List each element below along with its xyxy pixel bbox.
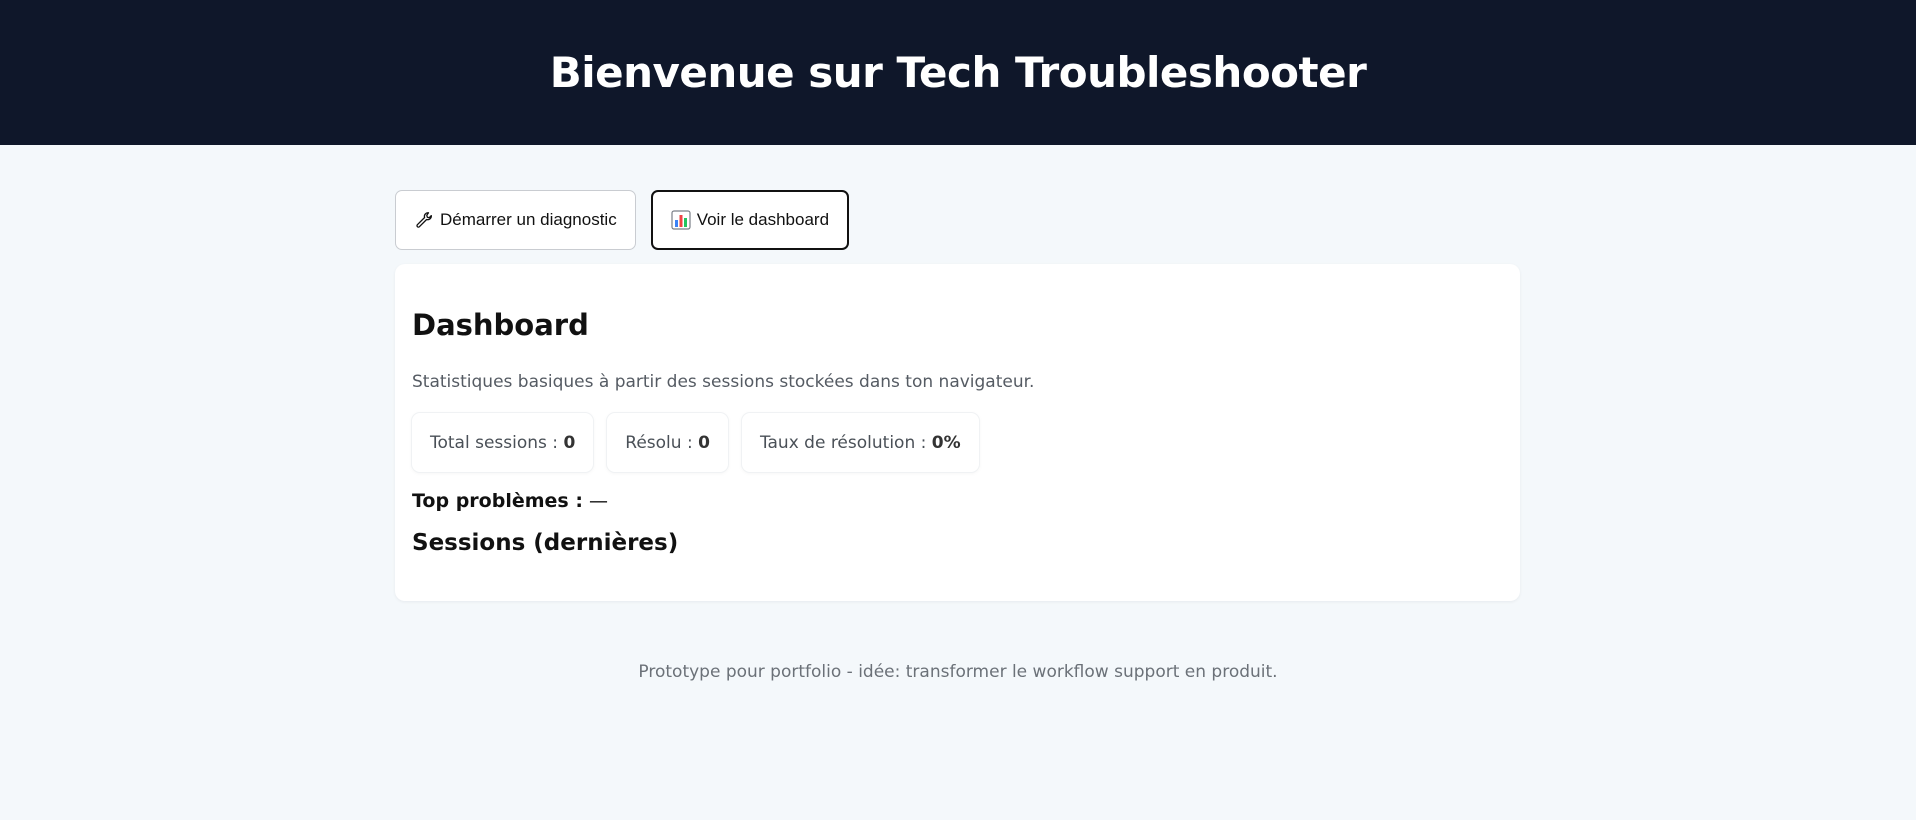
stats-row: Total sessions : 0 Résolu : 0 Taux de ré… xyxy=(412,413,979,472)
start-diagnostic-button[interactable]: Démarrer un diagnostic xyxy=(395,190,636,250)
dashboard-title: Dashboard xyxy=(412,308,589,342)
footer-text: Prototype pour portfolio - idée: transfo… xyxy=(638,662,1278,682)
stat-label: Total sessions : xyxy=(430,432,564,453)
stat-resolution-rate: Taux de résolution : 0% xyxy=(741,413,979,472)
stat-value: 0% xyxy=(931,432,961,453)
stat-total-sessions: Total sessions : 0 xyxy=(412,413,594,472)
dashboard-card: Dashboard Statistiques basiques à partir… xyxy=(395,264,1520,601)
stat-value: 0 xyxy=(698,432,710,453)
view-dashboard-label: Voir le dashboard xyxy=(696,210,830,229)
top-problems: Top problèmes : — xyxy=(412,490,608,512)
stat-resolved: Résolu : 0 xyxy=(607,413,728,472)
sessions-title: Sessions (dernières) xyxy=(412,530,679,556)
top-problems-label: Top problèmes : xyxy=(412,490,583,512)
page-title: Bienvenue sur Tech Troubleshooter xyxy=(549,48,1367,97)
nav-buttons: Démarrer un diagnostic Voir le dashboard xyxy=(395,190,1520,250)
stat-label: Résolu : xyxy=(625,432,699,453)
app-header: Bienvenue sur Tech Troubleshooter xyxy=(0,0,1916,145)
start-diagnostic-label: Démarrer un diagnostic xyxy=(440,210,617,229)
bar-chart-icon xyxy=(671,210,691,230)
top-problems-value: — xyxy=(582,490,608,512)
wrench-icon xyxy=(414,210,434,230)
stat-label: Taux de résolution : xyxy=(759,432,932,453)
view-dashboard-button[interactable]: Voir le dashboard xyxy=(650,190,850,250)
dashboard-description: Statistiques basiques à partir des sessi… xyxy=(412,372,1035,392)
main-container: Démarrer un diagnostic Voir le dashboard… xyxy=(395,190,1520,601)
stat-value: 0 xyxy=(563,432,576,453)
